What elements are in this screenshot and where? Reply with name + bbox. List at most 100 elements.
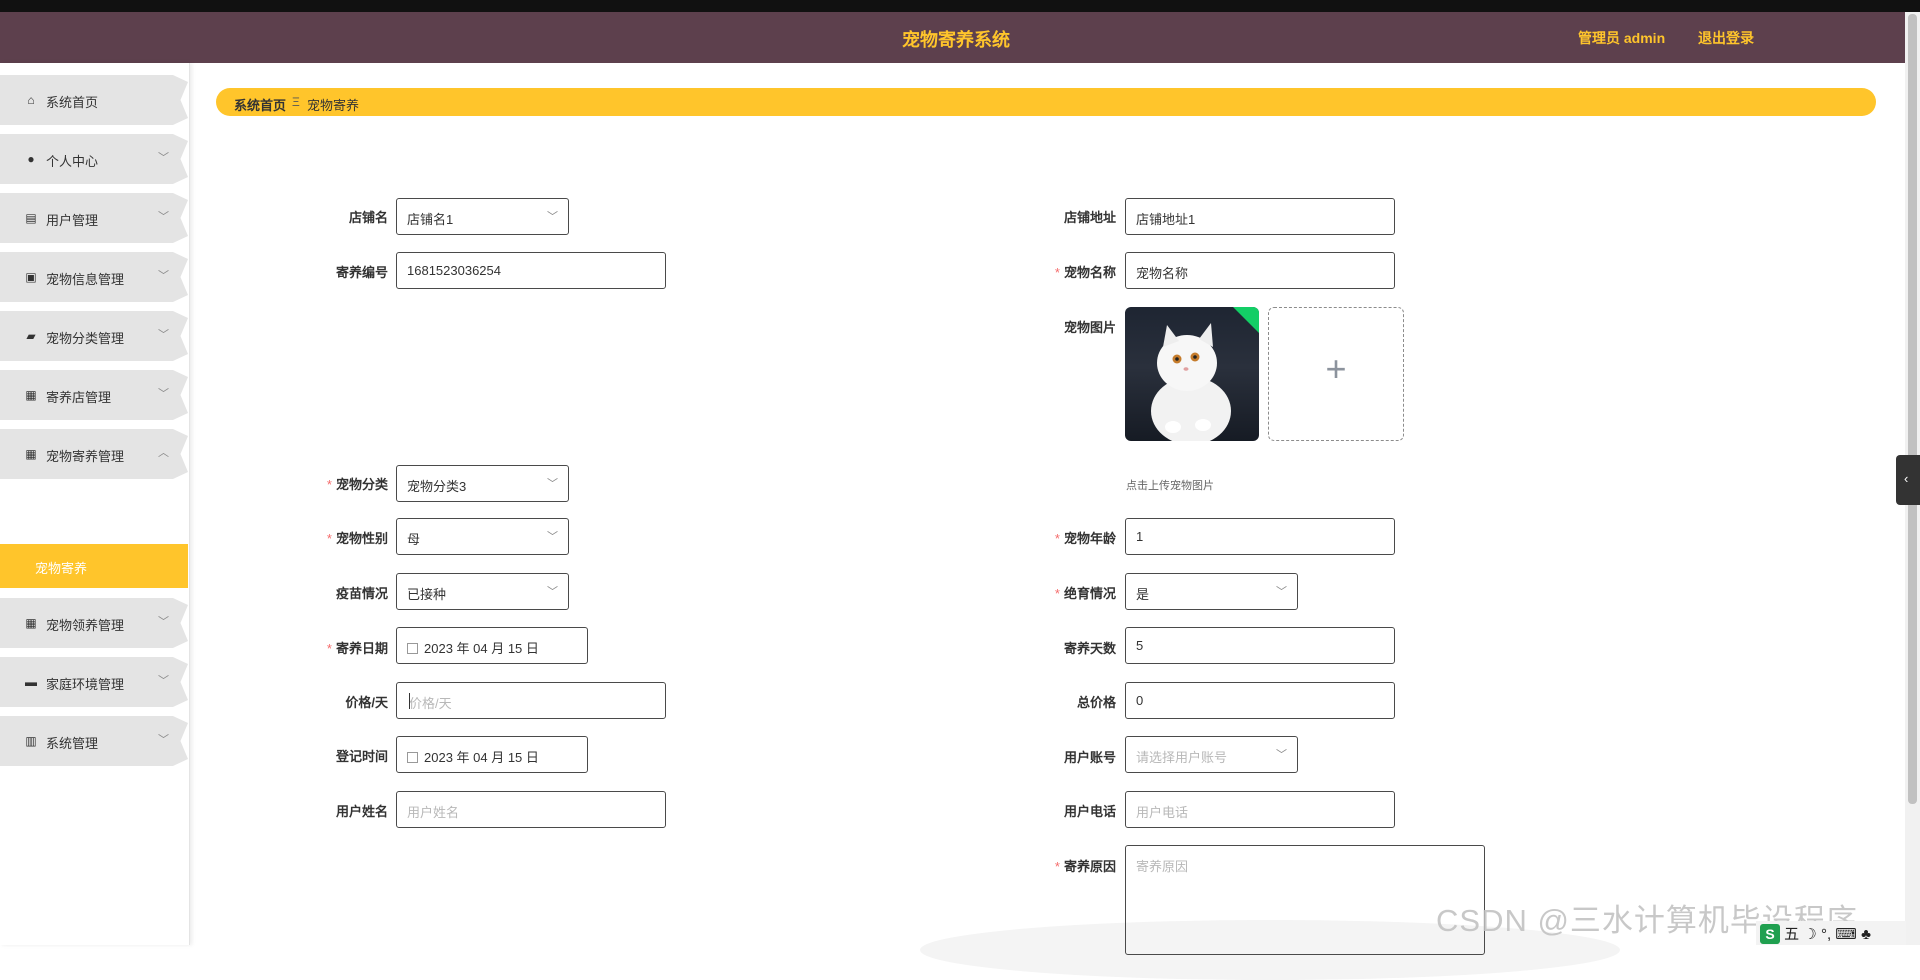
plus-icon: + (1325, 348, 1347, 389)
sidebar-item-label: 宠物信息管理 (46, 272, 125, 287)
admin-label: 管理员 admin (1578, 30, 1666, 46)
chevron-down-icon: ﹀ (547, 531, 558, 543)
total-price-label: 总价格 (1076, 695, 1116, 710)
user-name-input[interactable]: 用户姓名 (396, 791, 666, 828)
sterilized-select[interactable]: 是 ﹀ (1125, 573, 1298, 610)
sidebar-item-shop[interactable]: ▦ 寄养店管理 ﹀ (0, 370, 188, 420)
sidebar-item-users[interactable]: ▤ 用户管理 ﹀ (0, 193, 188, 243)
chevron-down-icon: ﹀ (1276, 586, 1287, 598)
vaccine-value: 已接种 (407, 587, 447, 602)
pet-image-preview[interactable] (1125, 307, 1259, 441)
shop-address-label: 店铺地址 (1063, 210, 1116, 225)
user-icon: ● (27, 152, 35, 166)
pet-gender-select[interactable]: 母 ﹀ (396, 518, 569, 555)
pet-gender-value: 母 (407, 532, 421, 547)
sidebar-item-home[interactable]: ⌂ 系统首页 (0, 75, 188, 125)
upload-success-badge (1233, 307, 1259, 333)
home-icon: ⌂ (27, 93, 35, 107)
calendar-icon (407, 643, 418, 654)
sidebar: ⌂ 系统首页 ● 个人中心 ﹀ ▤ 用户管理 ﹀ ▣ 宠物信息管理 ﹀ ▰ 宠物… (0, 63, 190, 945)
register-time-picker[interactable]: 2023 年 04 月 15 日 (396, 736, 588, 773)
chevron-down-icon: ﹀ (158, 152, 169, 164)
doc-x-icon: ▣ (25, 270, 37, 284)
grid-icon: ▦ (25, 388, 37, 402)
sidebar-item-pet-info[interactable]: ▣ 宠物信息管理 ﹀ (0, 252, 188, 302)
chevron-up-icon: ︿ (158, 447, 169, 459)
pet-image-label: 宠物图片 (1063, 320, 1116, 335)
user-account-label: 用户账号 (1063, 750, 1116, 765)
breadcrumb-home[interactable]: 系统首页 (234, 95, 286, 114)
user-account-placeholder: 请选择用户账号 (1136, 750, 1228, 765)
sidebar-item-label: 寄养店管理 (46, 390, 112, 405)
price-per-day-label: 价格/天 (345, 695, 388, 710)
logout-button[interactable]: 退出登录 (1698, 28, 1754, 48)
chevron-down-icon: ﹀ (158, 734, 169, 746)
shop-name-label: 店铺名 (348, 210, 388, 225)
foster-reason-textarea[interactable]: 寄养原因 (1125, 845, 1485, 955)
user-account-select[interactable]: 请选择用户账号 ﹀ (1125, 736, 1298, 773)
user-phone-input[interactable]: 用户电话 (1125, 791, 1395, 828)
shop-name-value: 店铺名1 (407, 212, 454, 227)
clipboard-icon: ▤ (25, 211, 37, 225)
register-time-label: 登记时间 (335, 749, 388, 764)
pet-category-value: 宠物分类3 (407, 479, 467, 494)
app-header: 宠物寄养系统 管理员 admin 退出登录 (0, 12, 1920, 63)
price-per-day-input[interactable]: 价格/天 (396, 682, 666, 719)
foster-days-label: 寄养天数 (1063, 641, 1116, 656)
breadcrumb-separator: Ξ (292, 95, 300, 109)
text-caret (409, 693, 410, 709)
top-strip (0, 0, 1920, 12)
sidebar-subitem-label: 宠物寄养 (35, 561, 88, 576)
pet-category-label: * 宠物分类 (326, 477, 388, 492)
chevron-down-icon: ﹀ (547, 478, 558, 490)
folder-icon: ▰ (26, 329, 36, 343)
pet-gender-label: * 宠物性别 (326, 531, 388, 546)
sidebar-item-system[interactable]: ▥ 系统管理 ﹀ (0, 716, 188, 766)
sidebar-item-label: 宠物分类管理 (46, 331, 125, 346)
foster-date-label: * 寄养日期 (326, 641, 388, 656)
sidebar-item-personal[interactable]: ● 个人中心 ﹀ (0, 134, 188, 184)
upload-tip: 点击上传宠物图片 (1126, 480, 1214, 492)
foster-date-picker[interactable]: 2023 年 04 月 15 日 (396, 627, 588, 664)
chevron-left-icon: ‹ (1904, 471, 1909, 486)
sidebar-item-home-env[interactable]: ▬ 家庭环境管理 ﹀ (0, 657, 188, 707)
foster-no-label: 寄养编号 (335, 265, 388, 280)
chevron-down-icon: ﹀ (158, 616, 169, 628)
breadcrumb: 系统首页 Ξ 宠物寄养 (216, 88, 1876, 116)
sidebar-item-pet-category[interactable]: ▰ 宠物分类管理 ﹀ (0, 311, 188, 361)
sidebar-item-adopt[interactable]: ▦ 宠物领养管理 ﹀ (0, 598, 188, 648)
breadcrumb-current: 宠物寄养 (307, 98, 360, 113)
sogou-icon: S (1760, 924, 1780, 944)
pet-name-label: * 宠物名称 (1054, 265, 1116, 280)
foster-days-input[interactable]: 5 (1125, 627, 1395, 664)
chevron-down-icon: ﹀ (547, 586, 558, 598)
user-phone-label: 用户电话 (1063, 804, 1116, 819)
pet-age-input[interactable]: 1 (1125, 518, 1395, 555)
scrollbar-thumb[interactable] (1908, 14, 1917, 804)
sidebar-item-label: 系统管理 (46, 736, 99, 751)
upload-add-button[interactable]: + (1268, 307, 1404, 441)
chevron-down-icon: ﹀ (158, 270, 169, 282)
vaccine-select[interactable]: 已接种 ﹀ (396, 573, 569, 610)
chevron-down-icon: ﹀ (1276, 749, 1287, 761)
side-panel-toggle[interactable]: ‹ (1896, 455, 1920, 505)
foster-no-input[interactable]: 1681523036254 (396, 252, 666, 289)
pet-age-label: * 宠物年龄 (1054, 531, 1116, 546)
register-time-value: 2023 年 04 月 15 日 (424, 750, 539, 765)
pet-name-input[interactable]: 宠物名称 (1125, 252, 1395, 289)
sidebar-item-label: 宠物领养管理 (46, 618, 125, 633)
ime-toolbar[interactable]: S 五 ☽ °, ⌨ ♣ (1756, 921, 1906, 945)
briefcase-icon: ▬ (25, 675, 37, 689)
sidebar-item-label: 用户管理 (46, 213, 99, 228)
shop-name-select[interactable]: 店铺名1 ﹀ (396, 198, 569, 235)
calendar-icon (407, 752, 418, 763)
price-per-day-placeholder: 价格/天 (409, 696, 452, 711)
pet-category-select[interactable]: 宠物分类3 ﹀ (396, 465, 569, 502)
chevron-down-icon: ﹀ (547, 211, 558, 223)
shop-address-input[interactable]: 店铺地址1 (1125, 198, 1395, 235)
sidebar-item-foster[interactable]: ▦ 宠物寄养管理 ︿ (0, 429, 188, 479)
total-price-input[interactable]: 0 (1125, 682, 1395, 719)
sidebar-subitem-foster[interactable]: 宠物寄养 (0, 544, 188, 588)
foster-reason-label: * 寄养原因 (1054, 859, 1116, 874)
sidebar-item-label: 家庭环境管理 (46, 677, 125, 692)
